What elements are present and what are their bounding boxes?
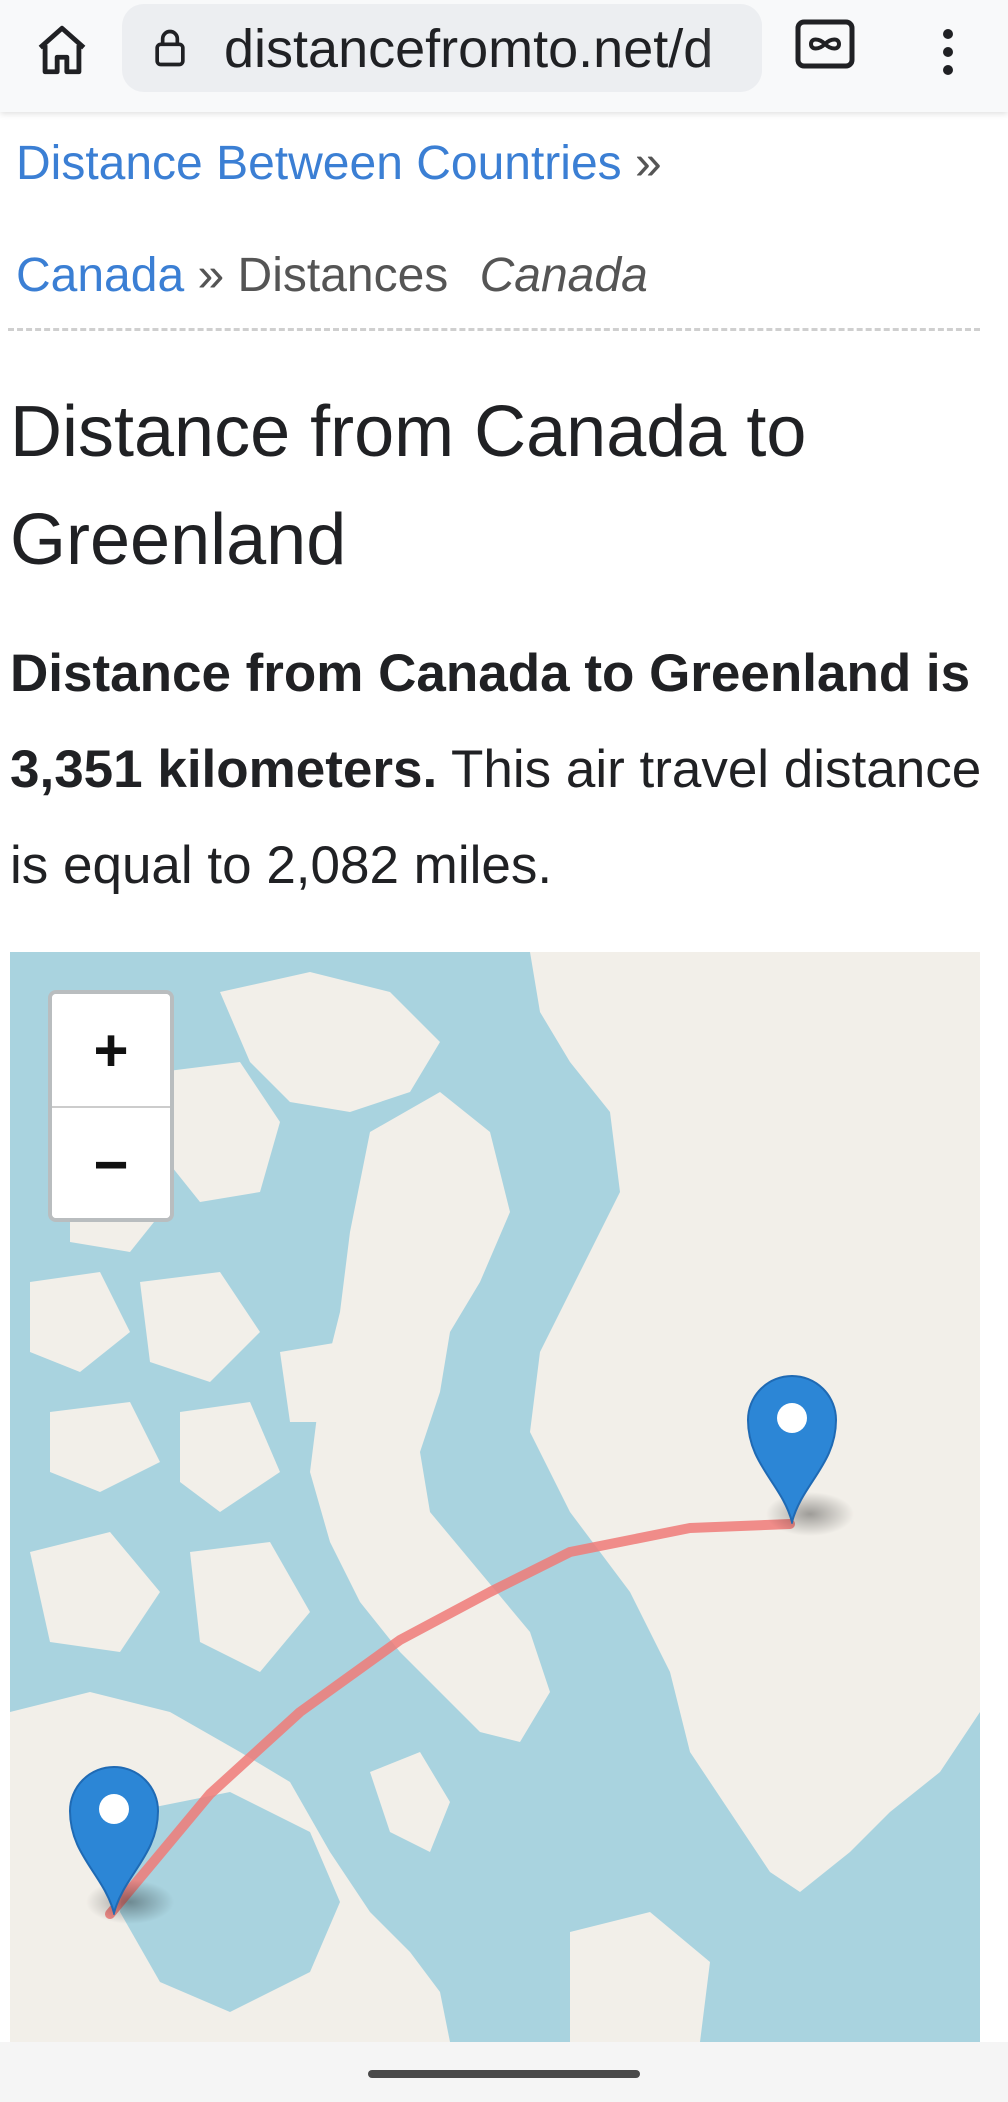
breadcrumb-distances: Distances <box>237 249 449 302</box>
gesture-handle[interactable] <box>368 2070 640 2078</box>
route-map[interactable]: + − <box>10 952 980 2042</box>
browser-toolbar: distancefromto.net/d <box>0 0 1008 112</box>
route-line <box>105 1519 795 1919</box>
breadcrumb-line-2: Canada » Distances Canada <box>16 240 648 312</box>
address-bar[interactable]: distancefromto.net/d <box>122 4 762 92</box>
breadcrumb-separator: » <box>197 249 225 302</box>
more-vert-icon[interactable] <box>918 14 978 86</box>
lock-icon <box>155 29 185 67</box>
breadcrumb-link-countries[interactable]: Distance Between Countries <box>16 137 622 190</box>
breadcrumb-separator: » <box>635 137 662 190</box>
page-title: Distance from Canada to Greenland <box>10 392 807 580</box>
home-icon[interactable] <box>26 14 98 86</box>
breadcrumb-line-1: Distance Between Countries » <box>16 128 662 200</box>
map-zoom-control: + − <box>48 990 174 1222</box>
breadcrumb-current-country: Canada <box>479 249 648 302</box>
zoom-out-button[interactable]: − <box>52 1108 170 1218</box>
map-marker-icon[interactable] <box>68 1765 160 1915</box>
url-text: distancefromto.net/d <box>224 19 714 79</box>
zoom-in-button[interactable]: + <box>52 994 170 1108</box>
url-fade <box>702 4 762 92</box>
distance-summary: Distance from Canada to Greenland is 3,3… <box>10 626 1000 914</box>
map-marker-icon[interactable] <box>746 1374 838 1524</box>
divider <box>8 328 980 331</box>
breadcrumb-link-canada[interactable]: Canada <box>16 249 184 302</box>
incognito-tabs-icon[interactable] <box>794 16 856 72</box>
gesture-bar <box>0 2042 1008 2102</box>
